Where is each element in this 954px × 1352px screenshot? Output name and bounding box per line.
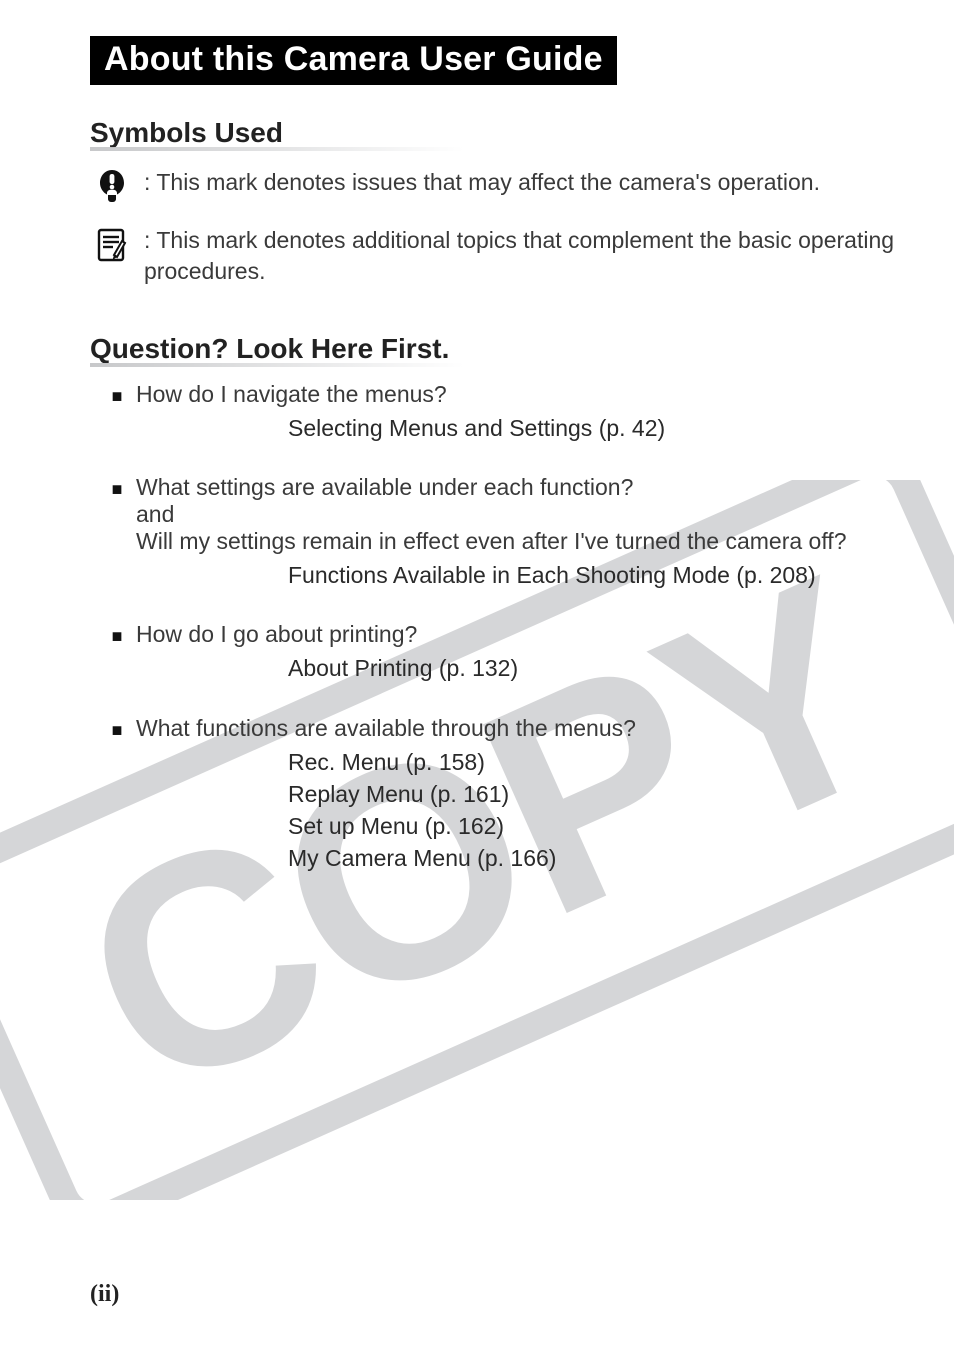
qa-item-3: ■ How do I go about printing? About Prin… xyxy=(108,621,904,684)
qa-2-sub-1: and xyxy=(136,501,904,528)
qa-4-question: What functions are available through the… xyxy=(136,715,904,742)
symbol-text-issue: : This mark denotes issues that may affe… xyxy=(144,167,904,198)
qa-4-answer-2: Replay Menu (p. 161) xyxy=(288,778,904,810)
qa-3-question: How do I go about printing? xyxy=(136,621,904,648)
section-heading-symbols: Symbols Used xyxy=(90,117,904,149)
exclaim-icon xyxy=(94,167,130,203)
bullet-square-icon: ■ xyxy=(108,720,126,741)
page-title-banner: About this Camera User Guide xyxy=(90,36,617,85)
symbol-text-note: : This mark denotes additional topics th… xyxy=(144,225,904,287)
qa-item-4: ■ What functions are available through t… xyxy=(108,715,904,875)
qa-2-answer-1: Functions Available in Each Shooting Mod… xyxy=(288,559,904,591)
qa-4-answer-4: My Camera Menu (p. 166) xyxy=(288,842,904,874)
qa-2-question: What settings are available under each f… xyxy=(136,474,904,501)
qa-4-answer-1: Rec. Menu (p. 158) xyxy=(288,746,904,778)
qa-2-sub-2: Will my settings remain in effect even a… xyxy=(136,528,904,555)
note-icon xyxy=(94,225,130,265)
symbol-item-issue: : This mark denotes issues that may affe… xyxy=(94,167,904,203)
page-number: (ii) xyxy=(90,1281,119,1308)
section-heading-symbols-text: Symbols Used xyxy=(90,117,283,148)
qa-item-2: ■ What settings are available under each… xyxy=(108,474,904,591)
symbol-item-note: : This mark denotes additional topics th… xyxy=(94,225,904,287)
qa-1-question: How do I navigate the menus? xyxy=(136,381,904,408)
qa-1-answer-1: Selecting Menus and Settings (p. 42) xyxy=(288,412,904,444)
page-content: About this Camera User Guide Symbols Use… xyxy=(0,0,954,874)
qa-4-answer-3: Set up Menu (p. 162) xyxy=(288,810,904,842)
bullet-square-icon: ■ xyxy=(108,479,126,500)
qa-item-1: ■ How do I navigate the menus? Selecting… xyxy=(108,381,904,444)
bullet-square-icon: ■ xyxy=(108,386,126,407)
bullet-square-icon: ■ xyxy=(108,626,126,647)
page-title-text: About this Camera User Guide xyxy=(104,40,603,78)
qa-3-answer-1: About Printing (p. 132) xyxy=(288,652,904,684)
section-heading-questions: Question? Look Here First. xyxy=(90,333,904,365)
section-heading-questions-text: Question? Look Here First. xyxy=(90,333,449,364)
